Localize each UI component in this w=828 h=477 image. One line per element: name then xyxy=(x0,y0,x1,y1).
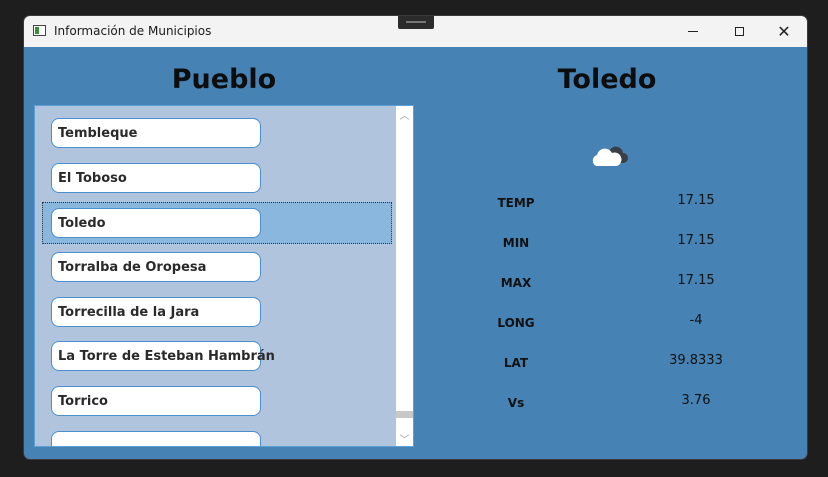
close-icon: ✕ xyxy=(777,21,791,41)
title-bar[interactable]: Información de Municipios ✕ xyxy=(24,16,807,47)
window-title: Información de Municipios xyxy=(54,24,212,38)
list-item-torralba-de-oropesa[interactable]: Torralba de Oropesa xyxy=(51,252,261,282)
temp-label: TEMP xyxy=(497,196,535,210)
selected-town-heading: Toledo xyxy=(557,64,657,95)
list-item-partial[interactable] xyxy=(51,431,261,446)
list-item-toledo[interactable]: Toledo xyxy=(51,208,261,238)
lat-label: LAT xyxy=(503,356,529,370)
scroll-thumb[interactable] xyxy=(396,411,413,418)
temp-value: 17.15 xyxy=(677,193,715,208)
max-value: 17.15 xyxy=(677,273,715,288)
long-value: -4 xyxy=(689,313,703,328)
min-label: MIN xyxy=(502,236,530,250)
list-item-el-toboso[interactable]: El Toboso xyxy=(51,163,261,193)
snap-grip-handle[interactable] xyxy=(398,16,434,29)
maximize-button[interactable] xyxy=(716,16,762,47)
main-content: Pueblo Toledo Tembleque El Toboso Toledo… xyxy=(24,47,807,459)
chevron-down-icon[interactable]: ﹀ xyxy=(396,430,413,446)
chevron-up-icon[interactable]: ︿ xyxy=(396,106,413,122)
minimize-icon xyxy=(688,31,698,32)
pueblo-heading: Pueblo xyxy=(171,64,277,95)
long-label: LONG xyxy=(497,316,535,330)
list-item-la-torre-de-esteban-hambran[interactable]: La Torre de Esteban Hambrán xyxy=(51,341,275,371)
vs-label: Vs xyxy=(507,396,525,410)
maximize-icon xyxy=(734,27,744,36)
close-button[interactable]: ✕ xyxy=(761,16,807,47)
list-scrollbar[interactable]: ︿ ﹀ xyxy=(396,106,413,446)
min-value: 17.15 xyxy=(677,233,715,248)
list-item-tembleque[interactable]: Tembleque xyxy=(51,118,261,148)
app-icon xyxy=(33,25,46,36)
vs-value: 3.76 xyxy=(681,393,711,408)
municipality-listbox[interactable]: Tembleque El Toboso Toledo Torralba de O… xyxy=(34,105,414,447)
app-window: Información de Municipios ✕ Pueblo Toled… xyxy=(24,16,807,459)
list-item-torrecilla-de-la-jara[interactable]: Torrecilla de la Jara xyxy=(51,297,261,327)
max-label: MAX xyxy=(500,276,532,290)
cloud-icon xyxy=(592,146,628,166)
list-item-torrico[interactable]: Torrico xyxy=(51,386,261,416)
lat-value: 39.8333 xyxy=(669,353,723,368)
minimize-button[interactable] xyxy=(670,16,716,47)
